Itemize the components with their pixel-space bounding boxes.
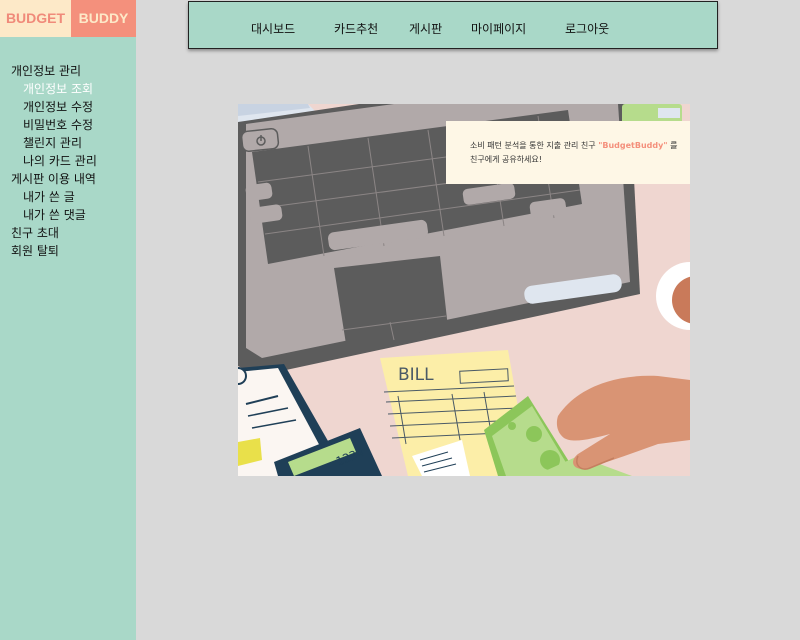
banner-brand-name: "BudgetBuddy" [598,141,668,150]
top-navbar: 대시보드 카드추천 게시판 마이페이지 로그아웃 [188,1,718,49]
app-logo[interactable]: BUDGET BUDDY [0,0,136,37]
bill-title-text: BILL [398,365,434,385]
share-banner-text: 소비 패턴 분석을 통한 지출 관리 친구 "BudgetBuddy" 를 친구… [470,139,682,167]
sidebar-item-invite-friend[interactable]: 친구 초대 [0,224,97,242]
sidebar-item-withdraw[interactable]: 회원 탈퇴 [0,242,97,260]
sidebar-item-password-edit[interactable]: 비밀번호 수정 [0,116,97,134]
sidebar: 개인정보 관리 개인정보 조회 개인정보 수정 비밀번호 수정 챌린지 관리 나… [0,37,136,640]
nav-dashboard[interactable]: 대시보드 [251,2,295,48]
logo-budget-text: BUDGET [0,0,71,37]
nav-logout[interactable]: 로그아웃 [565,2,609,48]
nav-board[interactable]: 게시판 [409,2,442,48]
banner-line1-prefix: 소비 패턴 분석을 통한 지출 관리 친구 [470,141,596,150]
logo-buddy-text: BUDDY [71,0,136,37]
banner-line2: 친구에게 공유하세요! [470,155,542,164]
sidebar-menu: 개인정보 관리 개인정보 조회 개인정보 수정 비밀번호 수정 챌린지 관리 나… [0,62,97,260]
nav-mypage[interactable]: 마이페이지 [471,2,526,48]
sidebar-item-my-cards[interactable]: 나의 카드 관리 [0,152,97,170]
sidebar-item-challenge[interactable]: 챌린지 관리 [0,134,97,152]
sidebar-item-board-history[interactable]: 게시판 이용 내역 [0,170,97,188]
sidebar-item-my-posts[interactable]: 내가 쓴 글 [0,188,97,206]
sidebar-item-profile-view[interactable]: 개인정보 조회 [0,80,97,98]
share-banner: 소비 패턴 분석을 통한 지출 관리 친구 "BudgetBuddy" 를 친구… [446,121,690,184]
sidebar-item-profile-management[interactable]: 개인정보 관리 [0,62,97,80]
banner-line1-suffix: 를 [670,141,678,150]
sidebar-item-profile-edit[interactable]: 개인정보 수정 [0,98,97,116]
sidebar-item-my-comments[interactable]: 내가 쓴 댓글 [0,206,97,224]
hero-illustration: 1234 BILL 소비 패턴 분석을 통한 지출 관리 친구 "BudgetB… [238,104,690,476]
nav-card-recommend[interactable]: 카드추천 [334,2,378,48]
